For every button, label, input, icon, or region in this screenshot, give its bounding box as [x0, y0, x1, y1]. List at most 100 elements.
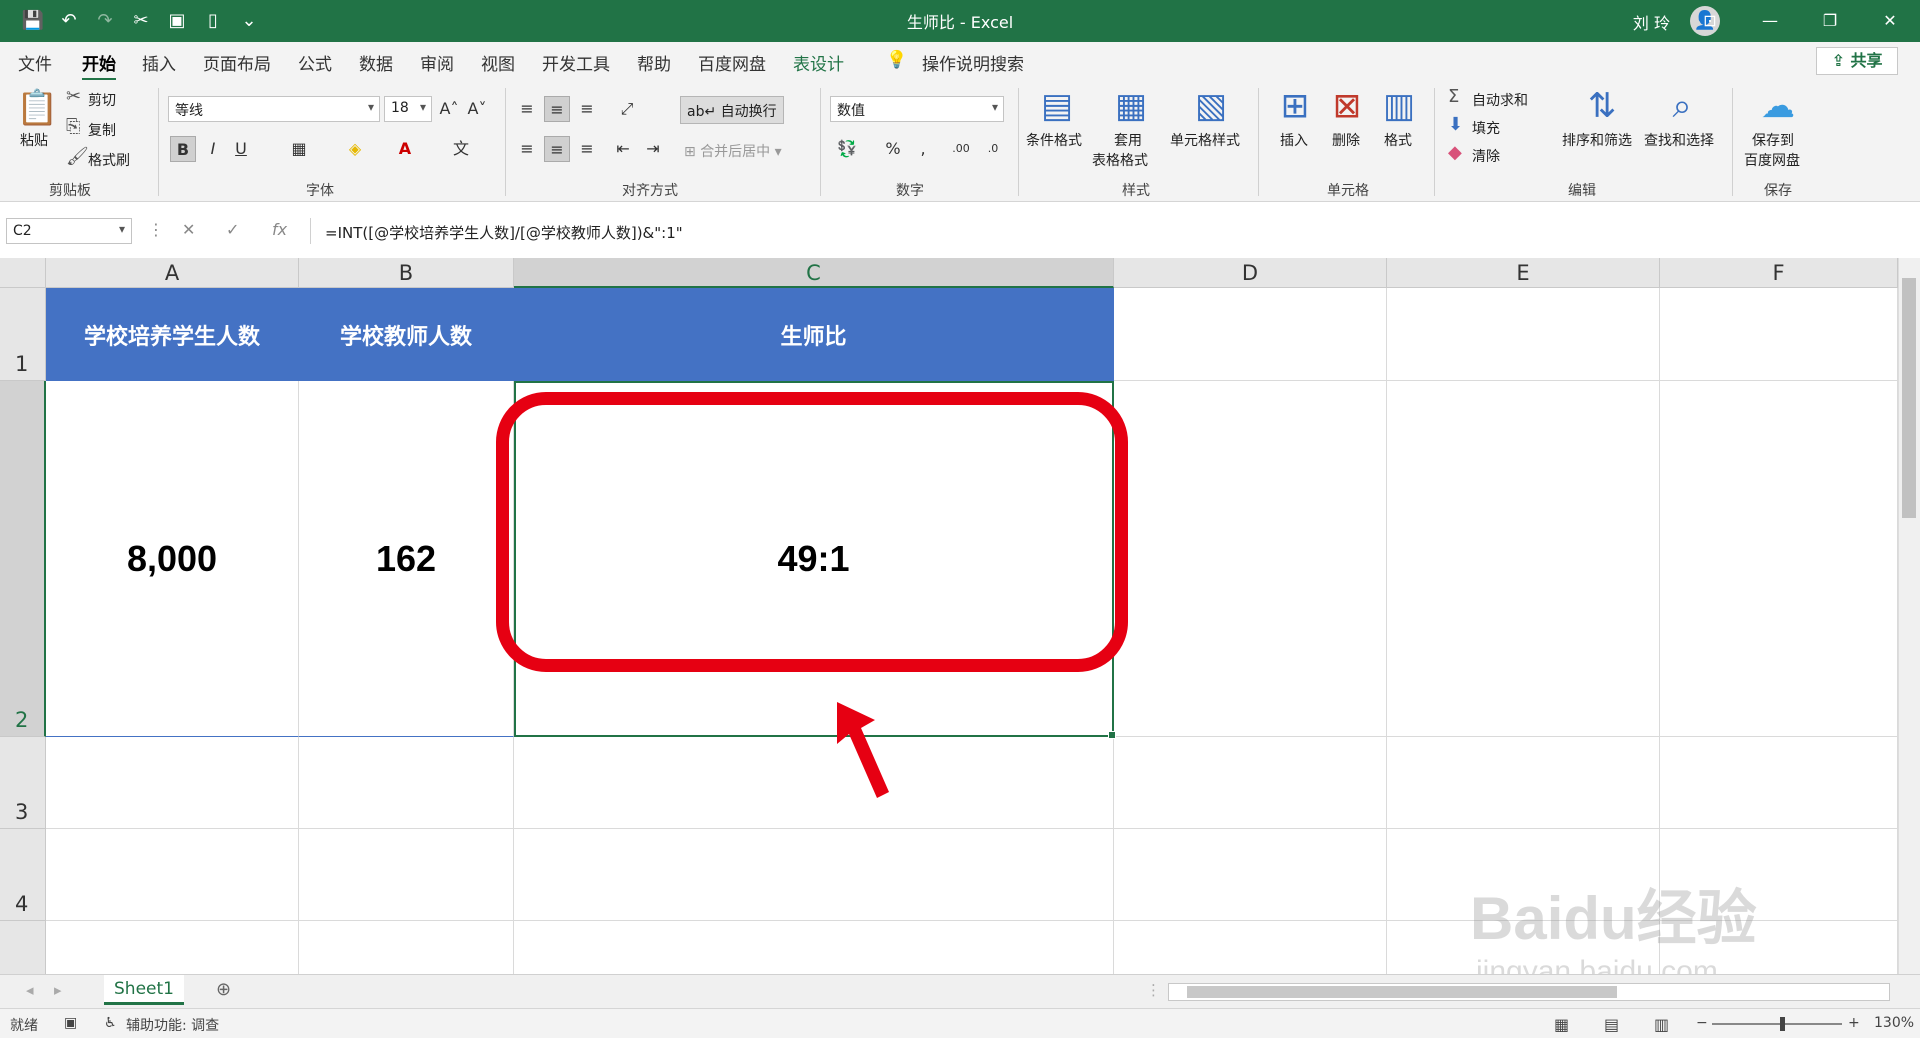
- fill-icon[interactable]: ⬇: [1448, 114, 1463, 135]
- cancel-icon[interactable]: ✕: [182, 220, 195, 239]
- grid-cell[interactable]: [1387, 737, 1660, 829]
- grid-cell[interactable]: [1660, 288, 1898, 381]
- grid-cell[interactable]: [514, 829, 1114, 921]
- tab-help[interactable]: 帮助: [637, 50, 671, 75]
- table-header-cell[interactable]: 学校教师人数: [299, 288, 514, 381]
- find-select-icon[interactable]: ⌕: [1662, 86, 1702, 126]
- normal-view-icon[interactable]: ▦: [1554, 1015, 1569, 1034]
- grid-cell[interactable]: [1387, 921, 1660, 974]
- grid-cell[interactable]: [1387, 829, 1660, 921]
- add-sheet-icon[interactable]: ⊕: [216, 979, 231, 1000]
- align-bottom-icon[interactable]: ≡: [574, 96, 600, 122]
- increase-indent-icon[interactable]: ⇥: [640, 136, 666, 162]
- column-header-c[interactable]: C: [514, 258, 1114, 288]
- row-header-3[interactable]: 3: [0, 737, 46, 829]
- tell-me-search[interactable]: 操作说明搜索: [922, 50, 1024, 75]
- baidu-netdisk-icon[interactable]: ☁: [1758, 86, 1798, 126]
- paste-label[interactable]: 粘贴: [20, 130, 48, 150]
- tab-file[interactable]: 文件: [18, 50, 52, 75]
- grid-cell[interactable]: [1660, 921, 1898, 974]
- align-middle-icon[interactable]: ≡: [544, 96, 570, 122]
- row-header-1[interactable]: 1: [0, 288, 46, 381]
- ribbon-display-icon[interactable]: ⊡: [1680, 0, 1740, 42]
- wrap-text-button[interactable]: ab↵ 自动换行: [680, 96, 784, 124]
- accessibility-icon[interactable]: ♿: [104, 1015, 117, 1031]
- tab-home[interactable]: 开始: [82, 50, 116, 81]
- tab-review[interactable]: 审阅: [420, 50, 454, 75]
- cell-styles-label[interactable]: 单元格样式: [1170, 130, 1240, 150]
- tab-insert[interactable]: 插入: [142, 50, 176, 75]
- row-header-2[interactable]: 2: [0, 381, 46, 737]
- grid-cell[interactable]: [1387, 288, 1660, 381]
- grid-cell[interactable]: [1387, 381, 1660, 737]
- conditional-format-label[interactable]: 条件格式: [1026, 130, 1082, 150]
- copy-label[interactable]: 复制: [88, 120, 116, 140]
- grid-cell[interactable]: [1114, 829, 1387, 921]
- grid-cell[interactable]: [1114, 288, 1387, 381]
- comma-style-icon[interactable]: ,: [910, 136, 936, 162]
- fill-label[interactable]: 填充: [1472, 118, 1500, 138]
- tab-table-design[interactable]: 表设计: [793, 50, 844, 75]
- format-as-table-label-1[interactable]: 套用: [1114, 130, 1142, 150]
- underline-button[interactable]: U: [228, 136, 254, 162]
- fill-handle[interactable]: [1108, 731, 1116, 739]
- grid-cell[interactable]: [514, 737, 1114, 829]
- grid-cell[interactable]: [299, 737, 514, 829]
- delete-cells-icon[interactable]: ⊠: [1324, 86, 1370, 126]
- vertical-scroll-thumb[interactable]: [1902, 278, 1916, 518]
- format-cells-label[interactable]: 格式: [1384, 130, 1412, 150]
- tab-data[interactable]: 数据: [359, 50, 393, 75]
- minimize-icon[interactable]: —: [1740, 0, 1800, 42]
- format-painter-label[interactable]: 格式刷: [88, 150, 130, 170]
- share-button[interactable]: ⇪ 共享: [1816, 47, 1898, 75]
- zoom-out-icon[interactable]: −: [1696, 1015, 1708, 1031]
- grid-cell[interactable]: [1114, 921, 1387, 974]
- sheet-tab-sheet1[interactable]: Sheet1: [104, 975, 184, 1005]
- delete-cells-label[interactable]: 删除: [1332, 130, 1360, 150]
- grid-cell[interactable]: [1114, 737, 1387, 829]
- horizontal-scroll-thumb[interactable]: [1187, 986, 1617, 998]
- cell-styles-icon[interactable]: ▧: [1188, 86, 1234, 126]
- tab-developer[interactable]: 开发工具: [542, 50, 610, 75]
- format-as-table-label-2[interactable]: 表格格式: [1092, 150, 1148, 170]
- grid-cell[interactable]: [1660, 737, 1898, 829]
- tab-view[interactable]: 视图: [481, 50, 515, 75]
- font-name-combo[interactable]: 等线: [168, 96, 380, 122]
- grid-cell[interactable]: [46, 921, 299, 974]
- close-icon[interactable]: ✕: [1860, 0, 1920, 42]
- increase-decimal-icon[interactable]: .00: [948, 136, 974, 162]
- select-all-corner[interactable]: [0, 258, 46, 288]
- decrease-indent-icon[interactable]: ⇤: [610, 136, 636, 162]
- table-value-cell[interactable]: 162: [299, 381, 514, 737]
- table-header-cell[interactable]: 生师比: [514, 288, 1114, 381]
- percent-icon[interactable]: %: [880, 136, 906, 162]
- page-break-view-icon[interactable]: ▥: [1654, 1015, 1669, 1034]
- enter-icon[interactable]: ✓: [226, 220, 239, 239]
- sort-filter-icon[interactable]: ⇅: [1582, 86, 1622, 126]
- number-format-combo[interactable]: 数值: [830, 96, 1004, 122]
- tab-page-layout[interactable]: 页面布局: [203, 50, 271, 75]
- zoom-in-icon[interactable]: +: [1848, 1015, 1860, 1031]
- row-header-5[interactable]: [0, 921, 46, 974]
- sort-filter-label[interactable]: 排序和筛选: [1562, 130, 1632, 150]
- grid-cell[interactable]: [299, 921, 514, 974]
- autosum-icon[interactable]: Σ: [1448, 86, 1459, 107]
- column-header-f[interactable]: F: [1660, 258, 1898, 288]
- conditional-format-icon[interactable]: ▤: [1034, 86, 1080, 126]
- cut-label[interactable]: 剪切: [88, 90, 116, 110]
- save-to-label-1[interactable]: 保存到: [1752, 130, 1794, 150]
- grow-font-icon[interactable]: A˄: [436, 96, 462, 122]
- macro-record-icon[interactable]: ▣: [64, 1015, 77, 1031]
- autosum-label[interactable]: 自动求和: [1472, 90, 1528, 110]
- tab-baidu-netdisk[interactable]: 百度网盘: [698, 50, 766, 75]
- grid-cell[interactable]: [46, 829, 299, 921]
- ratio-value-cell[interactable]: 49:1: [514, 381, 1114, 737]
- column-header-b[interactable]: B: [299, 258, 514, 288]
- page-layout-view-icon[interactable]: ▤: [1604, 1015, 1619, 1034]
- grid-cell[interactable]: [46, 737, 299, 829]
- paste-icon[interactable]: 📋: [16, 88, 58, 128]
- format-painter-icon[interactable]: 🖌: [66, 146, 89, 167]
- align-right-icon[interactable]: ≡: [574, 136, 600, 162]
- orientation-icon[interactable]: ⤢: [614, 96, 640, 122]
- format-cells-icon[interactable]: ▥: [1376, 86, 1422, 126]
